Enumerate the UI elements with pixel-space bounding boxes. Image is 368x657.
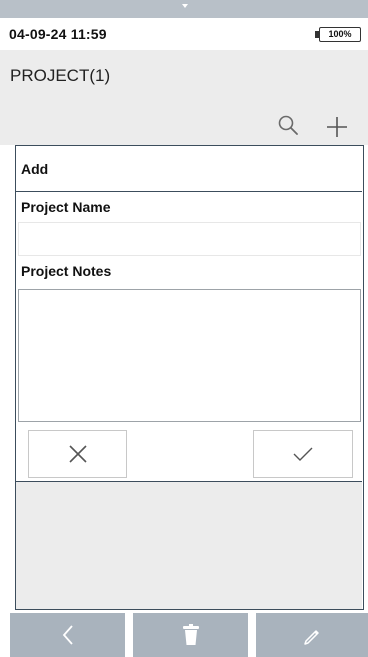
project-name-label: Project Name [21,199,111,215]
cancel-button[interactable] [28,430,127,478]
page-title: PROJECT(1) [10,66,111,85]
dialog-title: Add [21,161,49,177]
header [0,50,368,145]
confirm-button[interactable] [253,430,353,478]
close-icon [68,445,87,463]
chevron-left-icon [62,625,73,645]
check-icon [293,447,313,461]
delete-button[interactable] [133,613,248,657]
dialog-header: Add [16,146,362,192]
top-handle-bar [0,0,368,18]
pencil-icon [304,630,319,645]
project-name-input[interactable] [18,222,361,256]
search-icon [278,115,298,135]
trash-icon [182,624,199,645]
search-button[interactable] [275,112,303,140]
add-project-dialog: Add Project Name Project Notes [15,145,364,610]
battery-icon: 100% [319,27,361,42]
project-notes-input[interactable] [18,289,361,422]
back-button[interactable] [10,613,125,657]
add-button[interactable] [322,112,352,142]
plus-icon [327,117,347,137]
project-notes-label: Project Notes [21,263,112,279]
datetime: 04-09-24 11:59 [9,26,107,42]
handle-notch [182,4,188,8]
edit-button[interactable] [256,613,368,657]
dialog-footer [16,481,362,609]
